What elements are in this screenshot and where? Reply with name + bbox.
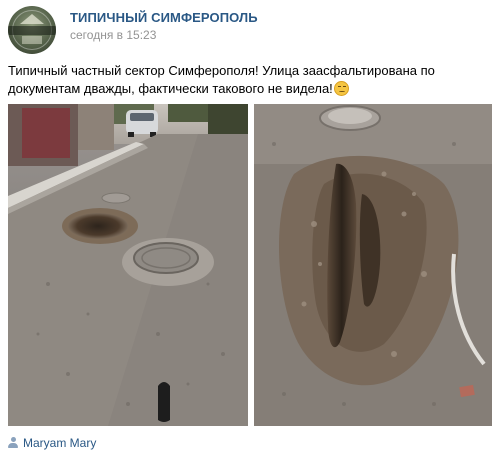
avatar-band [8,26,56,35]
post-text: Типичный частный сектор Симферополя! Ули… [8,62,438,98]
post-text-line-2: документам дважды, фактически такового н… [8,80,438,98]
avatar-emblem-base [22,36,42,44]
user-icon [8,437,18,448]
group-name-link[interactable]: ТИПИЧНЫЙ СИМФЕРОПОЛЬ [70,10,258,25]
post-text-line-1: Типичный частный сектор Симферополя! Ули… [8,63,435,78]
post-header: ТИПИЧНЫЙ СИМФЕРОПОЛЬ сегодня в 15:23 [8,6,492,54]
post-text-line-2-content: документам дважды, фактически такового н… [8,81,333,96]
post-timestamp[interactable]: сегодня в 15:23 [70,28,156,42]
street-photo-drawing [8,104,248,426]
avatar-emblem [20,14,44,24]
author-name[interactable]: Maryam Mary [23,436,96,450]
post-author[interactable]: Maryam Mary [8,436,96,452]
pothole-photo-drawing [254,104,492,426]
post-photo-street[interactable] [8,104,248,426]
post-photo-pothole[interactable] [254,104,492,426]
worried-face-icon [333,81,349,96]
group-avatar[interactable] [8,6,56,54]
